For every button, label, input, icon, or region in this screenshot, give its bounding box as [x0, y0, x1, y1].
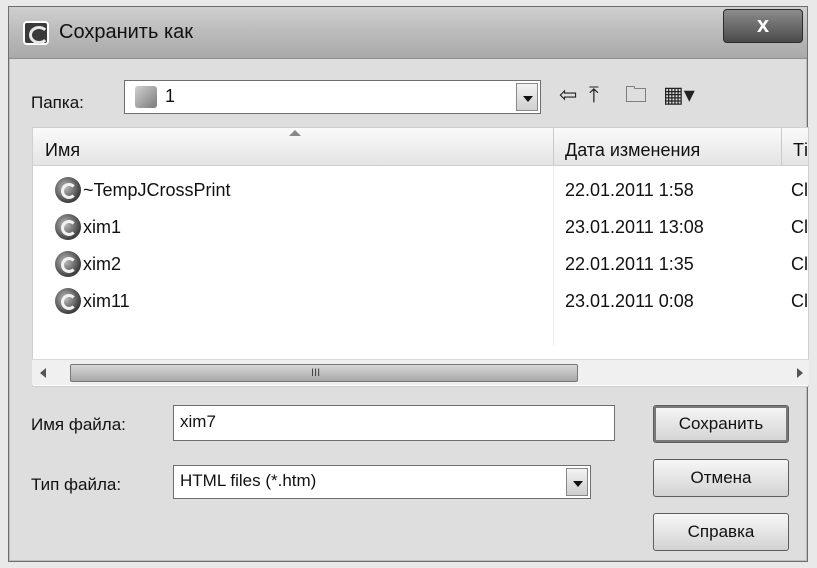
filename-input[interactable]: xim7 [173, 405, 615, 441]
folder-combo[interactable]: 1 [124, 80, 541, 114]
chevron-down-icon[interactable] [566, 468, 588, 496]
file-icon [55, 251, 81, 277]
list-item[interactable]: xim1 23.01.2011 13:08 Cl [33, 211, 808, 243]
scroll-grip: III [311, 367, 321, 379]
list-item[interactable]: xim2 22.01.2011 1:35 Cl [33, 248, 808, 280]
list-item[interactable]: ~TempJCrossPrint 22.01.2011 1:58 Cl [33, 174, 808, 206]
file-date: 23.01.2011 0:08 [565, 291, 694, 311]
view-menu-icon[interactable]: ▦▾ [663, 83, 695, 107]
file-type: Cl [791, 291, 808, 311]
filetype-value: HTML files (*.htm) [180, 471, 317, 490]
file-date: 22.01.2011 1:58 [565, 180, 694, 200]
filename-value: xim7 [180, 412, 216, 431]
close-button[interactable]: x [723, 9, 803, 43]
file-name: xim2 [83, 254, 122, 274]
column-divider[interactable] [553, 128, 554, 165]
cancel-button[interactable]: Отмена [653, 459, 789, 497]
scroll-thumb[interactable]: III [70, 364, 578, 382]
list-header: Имя Дата изменения Ті [33, 128, 808, 166]
column-divider[interactable] [781, 128, 782, 165]
horizontal-scrollbar[interactable]: III [32, 359, 809, 385]
back-icon[interactable]: ⇦ [559, 83, 577, 107]
filetype-label: Тип файла: [31, 475, 122, 494]
filetype-select[interactable]: HTML files (*.htm) [173, 465, 591, 499]
file-list[interactable]: Имя Дата изменения Ті ~TempJCrossPrint 2… [32, 127, 809, 387]
save-button[interactable]: Сохранить [653, 405, 789, 443]
sort-ascending-icon [289, 130, 301, 136]
file-name: xim11 [83, 291, 130, 311]
file-type: Cl [791, 217, 808, 237]
scroll-left-icon[interactable] [40, 368, 46, 378]
list-item[interactable]: xim11 23.01.2011 0:08 Cl [33, 285, 808, 317]
file-icon [55, 288, 81, 314]
column-name[interactable]: Имя [45, 140, 80, 161]
save-as-dialog: Сохранить как x Папка: 1 ⇦ ⤒ 🗀 ▦▾ Имя Да… [8, 6, 809, 562]
new-folder-icon[interactable]: 🗀 [625, 83, 647, 107]
dialog-title: Сохранить как [59, 21, 194, 43]
file-icon [55, 177, 81, 203]
file-date: 22.01.2011 1:35 [565, 254, 694, 274]
folder-value: 1 [165, 86, 176, 106]
app-icon [23, 21, 49, 45]
filename-label: Имя файла: [31, 415, 126, 434]
folder-icon [135, 86, 157, 108]
column-type[interactable]: Ті [793, 140, 808, 161]
file-date: 23.01.2011 13:08 [565, 217, 704, 237]
file-name: xim1 [83, 217, 122, 237]
folder-label: Папка: [31, 93, 84, 112]
file-type: Cl [791, 254, 808, 274]
chevron-down-icon[interactable] [516, 83, 538, 111]
title-bar[interactable]: Сохранить как x [9, 7, 807, 59]
scroll-right-icon[interactable] [797, 368, 803, 378]
up-folder-icon[interactable]: ⤒ [589, 83, 599, 107]
help-button[interactable]: Справка [653, 513, 789, 551]
column-date[interactable]: Дата изменения [565, 140, 700, 161]
file-type: Cl [791, 180, 808, 200]
file-name: ~TempJCrossPrint [83, 180, 231, 200]
file-icon [55, 214, 81, 240]
